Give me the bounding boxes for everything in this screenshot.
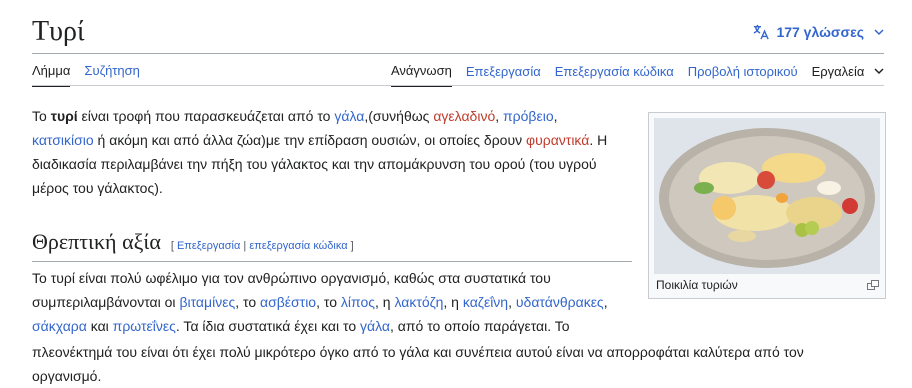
intro-paragraph: Το τυρί είναι τροφή που παρασκευάζεται α…: [32, 104, 632, 200]
text: και: [86, 318, 113, 334]
languages-label: 177 γλώσσες: [776, 24, 864, 40]
link-gala-2[interactable]: γάλα: [360, 318, 390, 334]
text: ,: [495, 108, 504, 124]
translate-icon: [754, 24, 770, 40]
text: ή ακόμη και από άλλα ζώα)με την επίδραση…: [93, 132, 526, 148]
languages-button[interactable]: 177 γλώσσες: [752, 24, 884, 40]
text: Το: [32, 108, 51, 124]
link-provio[interactable]: πρόβειο: [503, 108, 554, 124]
text: είναι τροφή που παρασκευάζεται από το: [77, 108, 335, 124]
bracket: ]: [347, 240, 354, 252]
tab-article[interactable]: Λήμμα: [32, 63, 71, 87]
tab-read[interactable]: Ανάγνωση: [390, 63, 452, 87]
link-kazeini[interactable]: καζεΐνη: [463, 294, 508, 310]
text: , το: [235, 294, 260, 310]
link-sakxara[interactable]: σάκχαρα: [32, 318, 87, 334]
separator: |: [240, 240, 250, 252]
section-edit-links: [ Επεξεργασία | επεξεργασία κώδικα ]: [171, 240, 354, 252]
tools-label: Εργαλεία: [811, 64, 865, 79]
view-tabs: Ανάγνωση Επεξεργασία Επεξεργασία κώδικα …: [390, 63, 884, 87]
text: ,: [603, 294, 608, 310]
section-heading: Θρεπτική αξία [ Επεξεργασία | επεξεργασί…: [32, 227, 632, 262]
link-lipos[interactable]: λίπος: [341, 294, 375, 310]
enlarge-icon[interactable]: [867, 280, 879, 290]
text: , η: [375, 294, 395, 310]
section-edit-source-link[interactable]: επεξεργασία κώδικα: [249, 240, 347, 252]
page-title: Τυρί: [32, 16, 85, 47]
namespace-tabs: Λήμμα Συζήτηση: [32, 63, 140, 87]
figure-caption: Ποικιλία τυριών: [656, 278, 738, 292]
tools-menu[interactable]: Εργαλεία: [812, 64, 884, 86]
tabs-divider: [32, 85, 884, 86]
figure-thumbnail: Ποικιλία τυριών: [648, 112, 886, 299]
section-title: Θρεπτική αξία: [32, 229, 161, 254]
tab-history[interactable]: Προβολή ιστορικού: [688, 64, 798, 86]
link-gala[interactable]: γάλα: [334, 108, 364, 124]
link-katsikisio[interactable]: κατσικίσιο: [32, 132, 94, 148]
link-asvestio[interactable]: ασβέστιο: [260, 294, 316, 310]
chevron-down-icon: [874, 29, 884, 36]
link-ageladino[interactable]: αγελαδινό: [433, 108, 495, 124]
chevron-down-icon: [874, 68, 884, 75]
link-vitamines[interactable]: βιταμίνες: [179, 294, 235, 310]
text: ,: [508, 294, 516, 310]
cheese-platter-image[interactable]: [654, 118, 880, 274]
text: , από το οποίο παράγεται. Το: [390, 318, 570, 334]
tab-edit-source[interactable]: Επεξεργασία κώδικα: [555, 64, 674, 86]
bold-term: τυρί: [50, 108, 78, 124]
tab-edit[interactable]: Επεξεργασία: [466, 64, 541, 86]
cheese-platter-illustration: [654, 118, 880, 274]
link-laktozi[interactable]: λακτόζη: [394, 294, 443, 310]
link-fytantika[interactable]: φυραντικά: [526, 132, 589, 148]
section-edit-link[interactable]: Επεξεργασία: [177, 240, 240, 252]
text: , η: [443, 294, 463, 310]
link-proteines[interactable]: πρωτεΐνες: [113, 318, 176, 334]
title-divider: [32, 53, 884, 54]
link-ydatanthrakes[interactable]: υδατάνθρακες: [516, 294, 604, 310]
nutrition-paragraph: Το τυρί είναι πολύ ωφέλιμο για τον ανθρώ…: [32, 266, 632, 338]
text: ,(συνήθως: [364, 108, 434, 124]
text: ,: [553, 108, 558, 124]
text: . Τα ίδια συστατικά έχει και το: [175, 318, 361, 334]
tab-talk[interactable]: Συζήτηση: [84, 63, 140, 87]
nutrition-paragraph-continued: πλεονέκτημά του είναι ότι έχει πολύ μικρ…: [32, 344, 804, 384]
text: , το: [316, 294, 341, 310]
